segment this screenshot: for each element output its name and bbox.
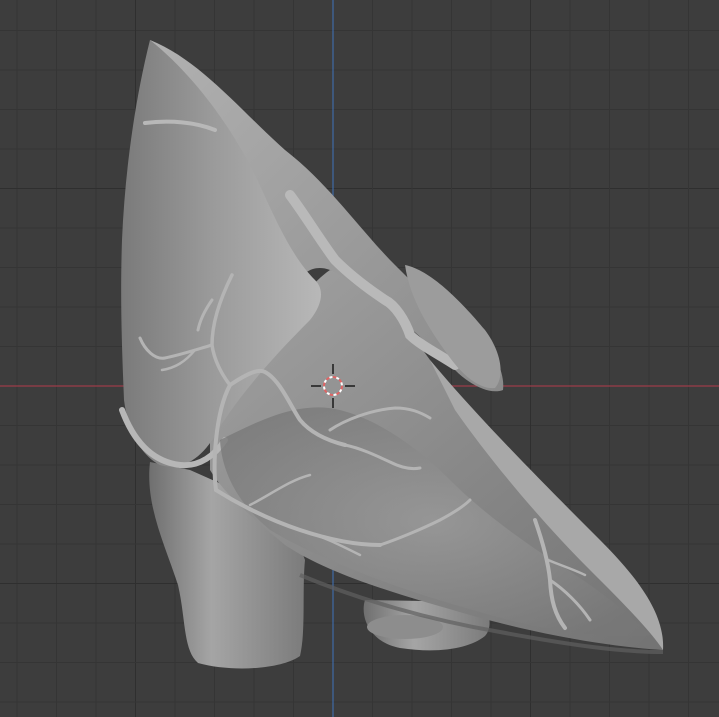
viewport-canvas[interactable] <box>0 0 719 717</box>
3d-viewport[interactable] <box>0 0 719 717</box>
